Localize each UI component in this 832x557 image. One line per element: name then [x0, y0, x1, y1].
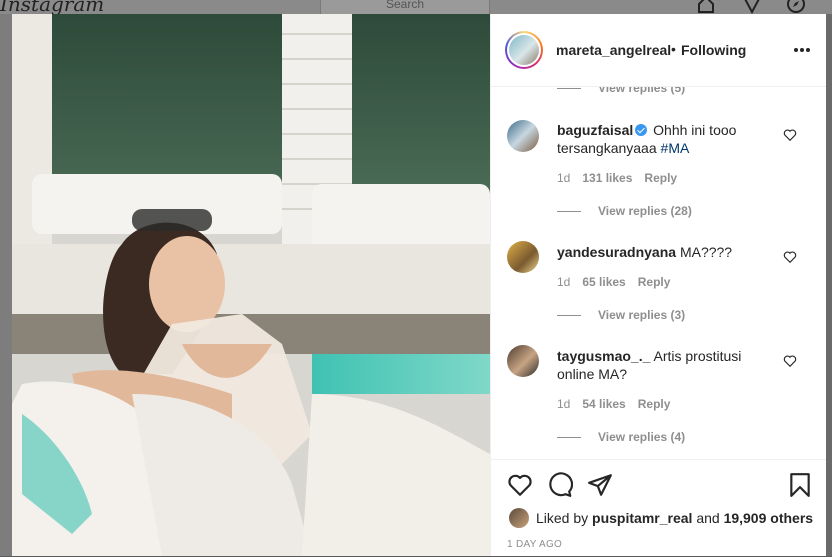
likes-prefix: Liked by	[536, 510, 589, 526]
comment-likes-count[interactable]: 131 likes	[582, 171, 632, 185]
likes-others-count[interactable]: 19,909 others	[724, 510, 814, 526]
comment-like-heart-icon[interactable]	[783, 128, 797, 142]
post-side-panel: mareta_angelreal • Following View replie…	[490, 14, 826, 556]
heart-icon[interactable]	[507, 472, 533, 498]
share-icon[interactable]	[587, 472, 613, 498]
commenter-avatar[interactable]	[507, 241, 539, 273]
comment-username[interactable]: baguzfaisal	[557, 122, 633, 138]
direct-message-icon[interactable]	[742, 0, 762, 14]
reply-thread-line	[557, 211, 581, 212]
comments-list[interactable]: View replies (5) baguzfaisal Ohhh ini to…	[491, 87, 826, 459]
comment-age: 1d	[557, 397, 571, 411]
post-photo-illustration	[12, 14, 490, 556]
comment-body: baguzfaisal Ohhh ini tooo tersangkanyaaa…	[557, 121, 777, 157]
comment-hashtag[interactable]: #MA	[661, 140, 690, 156]
post-header: mareta_angelreal • Following	[491, 14, 826, 87]
comment-meta: 1d 131 likes Reply	[557, 171, 689, 185]
liked-by-avatar[interactable]	[509, 508, 529, 528]
post-photo[interactable]	[12, 14, 490, 556]
comment-username[interactable]: taygusmao_._	[557, 348, 650, 364]
comment-like-heart-icon[interactable]	[783, 354, 797, 368]
commenter-avatar[interactable]	[507, 120, 539, 152]
comment-text: MA????	[679, 244, 733, 260]
author-avatar[interactable]	[505, 31, 543, 69]
home-icon[interactable]	[696, 0, 716, 14]
post-actions: Liked by puspitamr_real and 19,909 other…	[491, 459, 826, 557]
commenter-avatar[interactable]	[507, 345, 539, 377]
liked-by-username[interactable]: puspitamr_real	[592, 510, 692, 526]
comment-age: 1d	[557, 275, 571, 289]
reply-button[interactable]: Reply	[644, 171, 677, 185]
header-separator: •	[671, 41, 676, 57]
explore-icon[interactable]	[786, 0, 806, 14]
comment-meta: 1d 65 likes Reply	[557, 275, 682, 289]
reply-button[interactable]: Reply	[638, 275, 671, 289]
bookmark-icon[interactable]	[787, 472, 813, 498]
more-options-icon[interactable]	[793, 47, 811, 53]
comment-username[interactable]: yandesuradnyana	[557, 244, 676, 260]
likes-summary: Liked by puspitamr_real and 19,909 other…	[536, 510, 813, 526]
background-feed-left	[0, 14, 12, 556]
reply-thread-line	[557, 88, 581, 89]
author-username[interactable]: mareta_angelreal	[556, 42, 671, 58]
comment-body: taygusmao_._ Artis prostitusi online MA?	[557, 347, 777, 383]
comment-body: yandesuradnyana MA????	[557, 243, 777, 261]
likes-and: and	[696, 510, 720, 526]
reply-button[interactable]: Reply	[638, 397, 671, 411]
verified-badge-icon	[635, 124, 648, 136]
comment-likes-count[interactable]: 65 likes	[582, 275, 625, 289]
post-timestamp[interactable]: 1 DAY AGO	[507, 539, 562, 550]
reply-thread-line	[557, 315, 581, 316]
comment-meta: 1d 54 likes Reply	[557, 397, 682, 411]
comment-likes-count[interactable]: 54 likes	[582, 397, 625, 411]
comment-age: 1d	[557, 171, 571, 185]
comment-like-heart-icon[interactable]	[783, 250, 797, 264]
background-feed-right	[825, 14, 832, 556]
reply-thread-line	[557, 437, 581, 438]
top-navigation-bar: Instagram Search	[0, 0, 832, 16]
following-button[interactable]: Following	[681, 42, 746, 58]
comment-icon[interactable]	[547, 472, 573, 498]
